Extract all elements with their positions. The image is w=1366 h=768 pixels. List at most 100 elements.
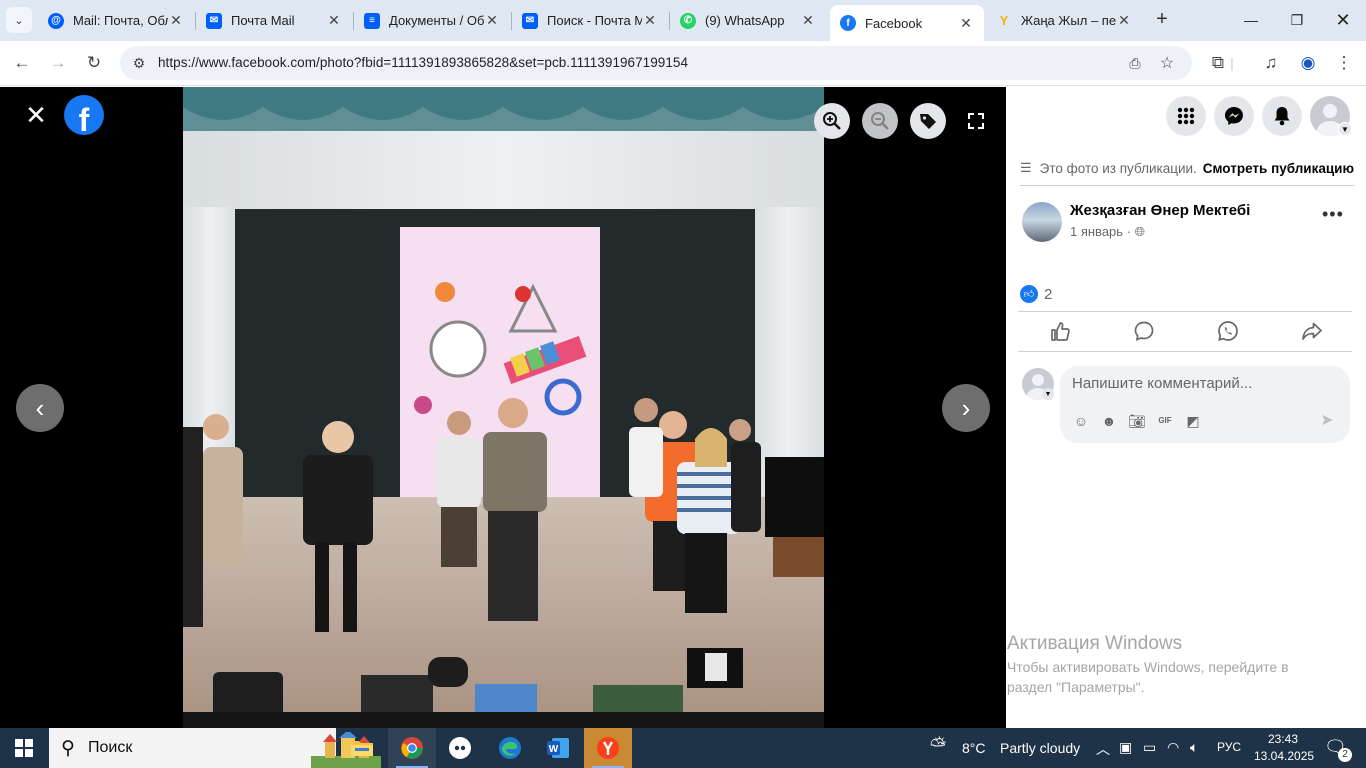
comment-button[interactable] — [1130, 320, 1158, 344]
camera-tray-icon[interactable]: ▣ — [1119, 739, 1132, 756]
close-tab-icon[interactable]: ✕ — [642, 12, 658, 29]
messenger-button[interactable] — [1214, 96, 1254, 136]
windows-activation-text: Чтобы активировать Windows, перейдите в … — [1007, 659, 1289, 695]
tab-mail-2[interactable]: ✉ Почта Mail ✕ — [196, 5, 352, 36]
share-arrow-icon — [1302, 322, 1322, 340]
globe-icon: 🌐︎ — [1134, 224, 1146, 239]
chrome-taskbar-button[interactable] — [388, 728, 436, 768]
send-icon[interactable]: ➤ — [1316, 410, 1338, 432]
taskbar-search[interactable]: ⚲ Поиск — [49, 728, 381, 768]
tab-search-button[interactable]: ⌄ — [6, 7, 32, 33]
close-tab-icon[interactable]: ✕ — [958, 15, 974, 32]
svg-text:W: W — [549, 744, 559, 755]
fullscreen-button[interactable] — [958, 103, 994, 139]
tab-whatsapp[interactable]: ✆ (9) WhatsApp ✕ — [670, 5, 826, 36]
fullscreen-icon — [968, 113, 984, 129]
start-button[interactable] — [0, 728, 48, 768]
browser-toolbar: ← → ↻ ⚙ https://www.facebook.com/photo?f… — [0, 41, 1366, 86]
zoom-in-button[interactable] — [814, 103, 850, 139]
volume-icon[interactable]: 🔈︎ — [1190, 739, 1198, 756]
tab-title: Facebook — [865, 15, 923, 31]
weather-description[interactable]: Partly cloudy — [1000, 740, 1080, 756]
install-app-icon[interactable]: ⎙ — [1126, 54, 1144, 72]
facebook-logo[interactable]: f — [64, 95, 104, 135]
gif-icon[interactable]: GIF — [1154, 410, 1176, 432]
tab-yandex[interactable]: Y Жаңа Жыл – пер ✕ — [986, 5, 1142, 36]
menu-grid-button[interactable] — [1166, 96, 1206, 136]
like-reaction-icon[interactable]: 👍︎ — [1020, 285, 1038, 303]
like-count[interactable]: 2 — [1044, 286, 1052, 303]
next-photo-button[interactable]: › — [942, 384, 990, 432]
publication-note: ☰ Это фото из публикации. Смотреть публи… — [1020, 157, 1354, 179]
close-tab-icon[interactable]: ✕ — [484, 12, 500, 29]
folder-icon — [351, 741, 373, 756]
close-viewer-button[interactable]: ✕ — [22, 102, 50, 130]
chrome-icon — [401, 737, 423, 759]
notifications-button[interactable] — [1262, 96, 1302, 136]
weather-temperature[interactable]: 8°C — [962, 740, 986, 756]
page-avatar[interactable] — [1022, 202, 1062, 242]
emoji-icon[interactable]: ☻︎ — [1098, 410, 1120, 432]
chevron-down-icon[interactable]: ▼ — [1338, 122, 1352, 136]
address-bar[interactable]: ⚙ https://www.facebook.com/photo?fbid=11… — [120, 46, 1192, 80]
media-control-icon[interactable]: ♫ — [1257, 49, 1285, 77]
publication-note-text: Это фото из публикации. — [1039, 160, 1197, 176]
post-date[interactable]: 1 январь · 🌐︎ — [1070, 224, 1145, 240]
post-options-button[interactable]: ••• — [1322, 205, 1343, 227]
chevron-down-icon[interactable]: ▼ — [1042, 388, 1054, 400]
tag-photo-button[interactable] — [910, 103, 946, 139]
comment-box[interactable]: Напишите комментарий... ☺︎ ☻︎ 📷︎ GIF ◩ ➤ — [1060, 366, 1350, 443]
bookmark-star-icon[interactable]: ☆ — [1158, 54, 1176, 72]
like-button[interactable] — [1046, 320, 1074, 344]
sticker-icon[interactable]: ◩ — [1182, 410, 1204, 432]
share-button[interactable] — [1298, 320, 1326, 344]
profile-icon[interactable]: ◉ — [1294, 49, 1322, 77]
weather-icon[interactable]: ⛅︎ — [930, 735, 946, 758]
whatsapp-share-button[interactable] — [1214, 320, 1242, 344]
tab-strip: ⌄ @ Mail: Почта, Обл ✕ ✉ Почта Mail ✕ ≡ … — [0, 0, 1366, 41]
close-window-button[interactable]: ✕ — [1320, 0, 1366, 40]
new-tab-button[interactable]: + — [1150, 8, 1174, 32]
clock-date[interactable]: 13.04.2025 — [1254, 749, 1314, 763]
restore-button[interactable]: ❐ — [1274, 0, 1320, 40]
close-tab-icon[interactable]: ✕ — [1116, 12, 1132, 29]
forward-button[interactable]: → — [44, 49, 72, 77]
zoom-out-button[interactable] — [862, 103, 898, 139]
reload-button[interactable]: ↻ — [80, 49, 108, 77]
close-tab-icon[interactable]: ✕ — [800, 12, 816, 29]
battery-icon[interactable]: ▭ — [1143, 739, 1156, 756]
yandex-browser-taskbar-button[interactable] — [584, 728, 632, 768]
url-text[interactable]: https://www.facebook.com/photo?fbid=1111… — [158, 55, 688, 70]
grid-icon — [1177, 107, 1195, 125]
tab-mail-1[interactable]: @ Mail: Почта, Обл ✕ — [38, 5, 194, 36]
back-button[interactable]: ← — [8, 49, 36, 77]
avatar-sticker-icon[interactable]: ☺︎ — [1070, 410, 1092, 432]
mail-envelope-icon: ✉ — [206, 12, 222, 29]
minimize-button[interactable]: — — [1228, 0, 1274, 40]
tab-documents[interactable]: ≡ Документы / Об ✕ — [354, 5, 510, 36]
menu-dots-icon[interactable]: ⋮ — [1330, 49, 1358, 77]
comment-input[interactable]: Напишите комментарий... — [1072, 375, 1252, 392]
wifi-icon[interactable]: ◠ — [1167, 739, 1179, 756]
search-icon: ⚲ — [61, 738, 75, 759]
close-tab-icon[interactable]: ✕ — [326, 12, 342, 29]
edge-taskbar-button[interactable] — [486, 728, 534, 768]
close-tab-icon[interactable]: ✕ — [168, 12, 184, 29]
language-indicator[interactable]: РУС — [1217, 740, 1241, 754]
previous-photo-button[interactable]: ‹ — [16, 384, 64, 432]
page-name-link[interactable]: Жезқазған Өнер Мектебі — [1070, 202, 1250, 219]
post-list-icon: ☰ — [1020, 160, 1032, 175]
camera-icon[interactable]: 📷︎ — [1126, 410, 1148, 432]
file-explorer-button[interactable] — [338, 728, 386, 768]
tab-facebook[interactable]: f Facebook ✕ — [830, 5, 984, 41]
site-info-icon[interactable]: ⚙ — [130, 54, 148, 72]
see-publication-link[interactable]: Смотреть публикацию — [1203, 161, 1354, 176]
tag-icon — [920, 114, 936, 129]
post-date-text[interactable]: 1 январь — [1070, 224, 1123, 239]
tab-mail-search[interactable]: ✉ Поиск - Почта М ✕ — [512, 5, 668, 36]
word-taskbar-button[interactable]: W — [534, 728, 582, 768]
thumbs-up-icon — [1051, 322, 1070, 341]
clock-time[interactable]: 23:43 — [1268, 732, 1298, 746]
app-taskbar-button[interactable] — [436, 728, 484, 768]
chevron-up-icon[interactable]: ︿ — [1096, 739, 1110, 759]
